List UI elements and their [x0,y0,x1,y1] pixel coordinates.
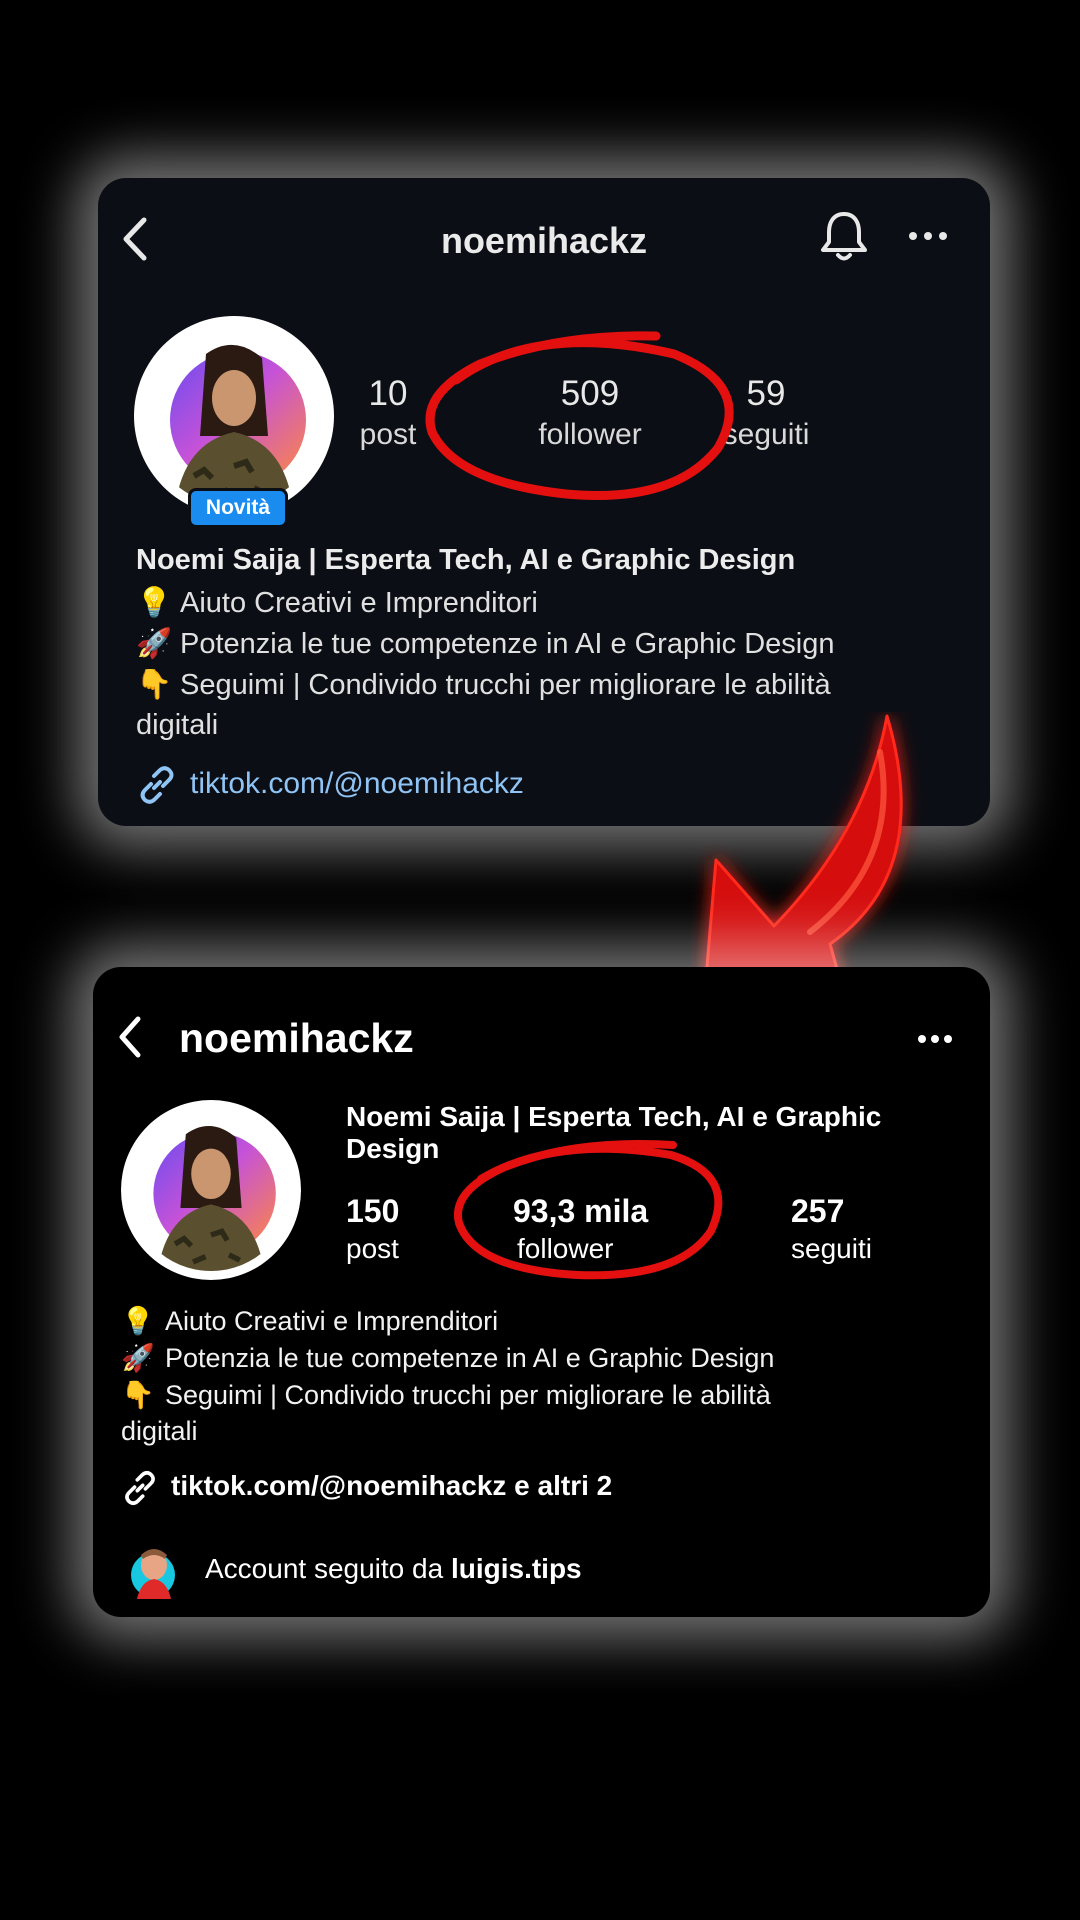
pointing-down-icon: 👇 [136,669,173,701]
profile-name: Noemi Saija | Esperta Tech, AI e Graphic [346,1101,882,1132]
bio-line: 👇 Seguimi | Condivido trucchi per miglior… [136,669,831,701]
following-label[interactable]: seguiti [696,418,836,452]
followed-by-text[interactable]: Account seguito da luigis.tips [205,1553,582,1585]
bio-line: 💡 Aiuto Creativi e Imprenditori [121,1306,499,1336]
posts-label: post [346,1233,399,1264]
bell-icon[interactable] [818,208,870,264]
followers-label[interactable]: follower [517,1233,613,1265]
followed-by-user[interactable]: luigis.tips [451,1553,582,1584]
profile-name-continued: Design [346,1133,440,1164]
followers-count[interactable]: 509 [500,374,680,414]
profile-name: Noemi Saija | Esperta Tech, AI e Graphic… [136,544,796,576]
bio-line-continued: digitali [136,709,219,741]
more-options-icon[interactable] [908,230,948,242]
bio-line: 🚀 Potenzia le tue competenze in AI e Grap… [121,1343,775,1373]
pointing-down-icon: 👇 [121,1380,155,1410]
bio-line: 👇 Seguimi | Condivido trucchi per miglior… [121,1380,771,1410]
new-badge: Novità [188,488,288,528]
link-icon [140,766,174,804]
rocket-icon: 🚀 [121,1343,155,1373]
posts-label: post [359,418,417,451]
lightbulb-icon: 💡 [136,587,173,619]
more-options-icon[interactable] [917,1033,953,1045]
bio-line-continued: digitali [121,1416,198,1446]
following-count[interactable]: 257 [791,1193,844,1230]
following-label[interactable]: seguiti [791,1233,872,1265]
back-arrow-icon[interactable] [115,1015,145,1059]
avatar[interactable] [121,1100,301,1280]
avatar[interactable] [134,316,334,516]
bio-line: 🚀 Potenzia le tue competenze in AI e Grap… [136,628,835,660]
follower-avatar[interactable] [127,1541,179,1599]
followers-label[interactable]: follower [500,418,680,452]
lightbulb-icon: 💡 [121,1306,155,1336]
followed-by-prefix: Account seguito da [205,1553,444,1584]
profile-link[interactable]: tiktok.com/@noemihackz e altri 2 [171,1470,612,1502]
following-count[interactable]: 59 [706,374,826,414]
posts-count: 150 [346,1193,400,1229]
followers-count[interactable]: 93,3 mila [513,1193,648,1230]
profile-link[interactable]: tiktok.com/@noemihackz [190,767,524,801]
profile-card-after: noemihackz Noemi Saija | Esperta Tech, A… [93,967,990,1617]
bio-line: 💡 Aiuto Creativi e Imprenditori [136,587,538,619]
link-icon [125,1471,155,1505]
username-title: noemihackz [179,1015,414,1061]
rocket-icon: 🚀 [136,628,173,660]
posts-count: 10 [368,374,408,413]
